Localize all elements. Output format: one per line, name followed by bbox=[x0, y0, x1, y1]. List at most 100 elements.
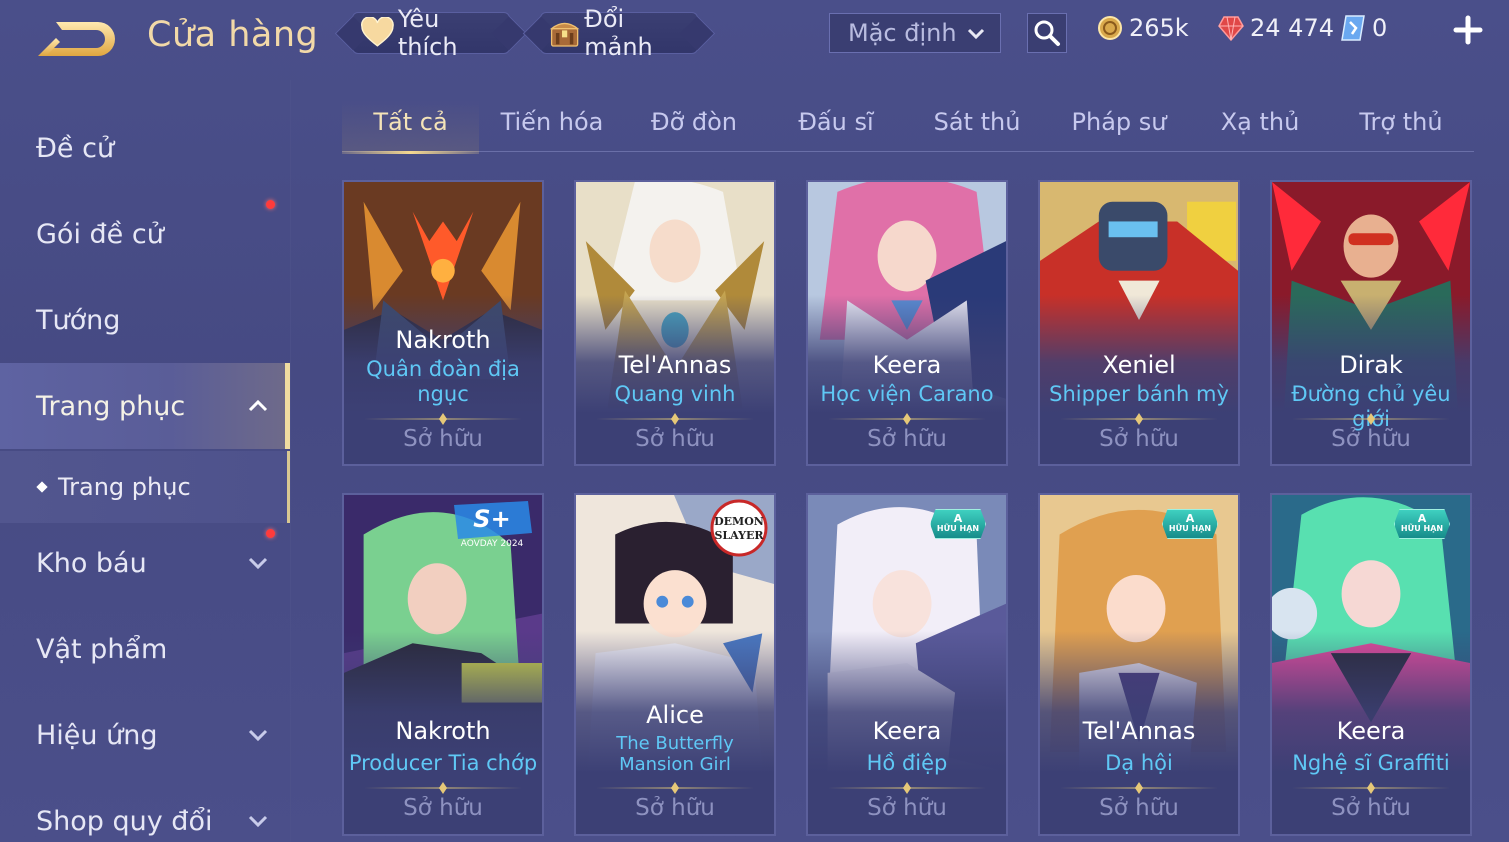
sidebar-item-treasure[interactable]: Kho báu bbox=[0, 520, 290, 606]
top-up-button[interactable] bbox=[1452, 14, 1484, 46]
card-divider bbox=[596, 413, 754, 425]
plus-icon bbox=[1453, 15, 1483, 45]
tab-support[interactable]: Trợ thủ bbox=[1333, 100, 1469, 152]
limited-badge: A HỮU HẠN bbox=[1162, 509, 1218, 539]
tab-fighter[interactable]: Đấu sĩ bbox=[768, 100, 904, 152]
skin-name: Hồ điệp bbox=[866, 751, 948, 775]
skin-card[interactable]: Tel'Annas Quang vinh Sở hữu bbox=[574, 180, 776, 466]
owned-status: Sở hữu bbox=[867, 795, 947, 821]
chevron-down-icon bbox=[248, 557, 268, 570]
ruby-amount: 24 474 bbox=[1250, 14, 1334, 42]
hero-name: Keera bbox=[1336, 717, 1406, 745]
skin-grid: Nakroth Quân đoàn địa ngục Sở hữu Tel'An… bbox=[342, 180, 1474, 842]
voucher-amount: 0 bbox=[1372, 14, 1388, 42]
card-divider bbox=[596, 782, 754, 794]
gold-balance: 265k bbox=[1097, 14, 1189, 42]
hero-name: Nakroth bbox=[395, 717, 491, 745]
sidebar-item-recommended-bundles[interactable]: Gói đề cử bbox=[0, 191, 290, 277]
sidebar: Đề cử Gói đề cử Tướng Trang phục Trang p… bbox=[0, 90, 290, 842]
event-logo-mark: S+ bbox=[473, 505, 510, 533]
chevron-up-icon bbox=[248, 399, 268, 412]
owned-status: Sở hữu bbox=[403, 795, 483, 821]
skin-name: Dạ hội bbox=[1105, 751, 1173, 775]
hero-name: Xeniel bbox=[1102, 351, 1176, 379]
limited-badge-letter: A bbox=[1417, 512, 1427, 525]
hero-name: Nakroth bbox=[395, 326, 491, 354]
skin-card[interactable]: Xeniel Shipper bánh mỳ Sở hữu bbox=[1038, 180, 1240, 466]
hero-name: Keera bbox=[872, 717, 942, 745]
tab-all[interactable]: Tất cả bbox=[342, 100, 479, 154]
owned-status: Sở hữu bbox=[635, 795, 715, 821]
skin-name: Producer Tia chớp bbox=[348, 751, 538, 775]
sidebar-item-label: Đề cử bbox=[36, 132, 115, 164]
tab-evolution[interactable]: Tiến hóa bbox=[484, 100, 620, 152]
tab-tank[interactable]: Đỡ đòn bbox=[626, 100, 762, 152]
hero-name: Dirak bbox=[1339, 351, 1403, 379]
card-divider bbox=[364, 413, 522, 425]
card-divider bbox=[364, 782, 522, 794]
skin-card[interactable]: DEMON SLAYER Alice The Butterfly Mansion… bbox=[574, 493, 776, 836]
skin-card[interactable]: Keera Học viện Carano Sở hữu bbox=[806, 180, 1008, 466]
owned-status: Sở hữu bbox=[867, 426, 947, 452]
page-title: Cửa hàng bbox=[147, 15, 319, 55]
gold-coin-icon bbox=[1098, 16, 1122, 40]
owned-status: Sở hữu bbox=[1331, 426, 1411, 452]
skin-card[interactable]: S+ AOVDAY 2024 Nakroth Producer Tia chớp… bbox=[342, 493, 544, 836]
notification-dot bbox=[266, 200, 275, 209]
favorites-button[interactable]: Yêu thích bbox=[352, 5, 510, 61]
skin-card[interactable]: Dirak Đường chủ yêu giới Sở hữu bbox=[1270, 180, 1472, 466]
sidebar-item-label: Hiệu ứng bbox=[36, 719, 158, 751]
limited-badge-letter: A bbox=[953, 512, 963, 525]
hero-name: Alice bbox=[646, 701, 704, 729]
collab-logo-top: DEMON bbox=[714, 515, 764, 528]
limited-badge-text: HỮU HẠN bbox=[1168, 524, 1212, 533]
sidebar-item-skins[interactable]: Trang phục bbox=[0, 363, 290, 449]
tab-mage[interactable]: Pháp sư bbox=[1051, 100, 1187, 152]
search-icon bbox=[1034, 20, 1060, 46]
hero-name: Tel'Annas bbox=[1082, 717, 1196, 745]
owned-status: Sở hữu bbox=[1099, 426, 1179, 452]
limited-badge: A HỮU HẠN bbox=[1394, 509, 1450, 539]
card-divider bbox=[828, 782, 986, 794]
skin-name: Quân đoàn địa ngục bbox=[366, 357, 520, 406]
sidebar-subitem-skins[interactable]: Trang phục bbox=[0, 451, 290, 523]
skin-card[interactable]: A HỮU HẠN Keera Nghệ sĩ Graffiti Sở hữu bbox=[1270, 493, 1472, 836]
chevron-down-icon bbox=[967, 28, 985, 40]
skin-name: The Butterfly Mansion Girl bbox=[616, 733, 734, 775]
treasure-chest-icon bbox=[549, 22, 580, 47]
owned-status: Sở hữu bbox=[1099, 795, 1179, 821]
sidebar-item-heroes[interactable]: Tướng bbox=[0, 277, 290, 363]
search-button[interactable] bbox=[1027, 13, 1067, 53]
skin-name: Nghệ sĩ Graffiti bbox=[1292, 751, 1450, 775]
voucher-balance: 0 bbox=[1340, 14, 1387, 42]
skin-card[interactable]: A HỮU HẠN Tel'Annas Dạ hội Sở hữu bbox=[1038, 493, 1240, 836]
tab-marksman[interactable]: Xạ thủ bbox=[1192, 100, 1328, 152]
sidebar-item-label: Shop quy đổi bbox=[36, 805, 213, 837]
category-tabs: Tất cả Tiến hóa Đỡ đòn Đấu sĩ Sát thủ Ph… bbox=[342, 100, 1474, 154]
collab-logo-bottom: SLAYER bbox=[714, 529, 764, 542]
limited-badge: A HỮU HẠN bbox=[930, 509, 986, 539]
sidebar-item-label: Vật phẩm bbox=[36, 633, 168, 665]
shard-exchange-button[interactable]: Đổi mảnh bbox=[540, 5, 698, 61]
sidebar-item-effects[interactable]: Hiệu ứng bbox=[0, 692, 290, 778]
sidebar-item-recommended[interactable]: Đề cử bbox=[0, 105, 290, 191]
sidebar-item-items[interactable]: Vật phẩm bbox=[0, 606, 290, 692]
skin-card[interactable]: Nakroth Quân đoàn địa ngục Sở hữu bbox=[342, 180, 544, 466]
gold-amount: 265k bbox=[1129, 14, 1189, 42]
collab-logo: DEMON SLAYER bbox=[710, 499, 768, 557]
card-divider bbox=[1292, 782, 1450, 794]
tab-assassin[interactable]: Sát thủ bbox=[909, 100, 1045, 152]
back-button[interactable] bbox=[36, 18, 116, 60]
heart-icon bbox=[361, 17, 394, 47]
chevron-down-icon bbox=[248, 729, 268, 742]
sort-dropdown[interactable]: Mặc định bbox=[829, 13, 1001, 53]
back-arrow-icon bbox=[38, 22, 115, 56]
sidebar-item-exchange-shop[interactable]: Shop quy đổi bbox=[0, 778, 290, 842]
sidebar-item-label: Kho báu bbox=[36, 547, 147, 579]
skin-name: Quang vinh bbox=[614, 382, 736, 406]
sidebar-item-label: Gói đề cử bbox=[36, 218, 164, 250]
ruby-balance: 24 474 bbox=[1218, 14, 1334, 42]
limited-badge-text: HỮU HẠN bbox=[1400, 524, 1444, 533]
skin-card[interactable]: A HỮU HẠN Keera Hồ điệp Sở hữu bbox=[806, 493, 1008, 836]
skin-name: Shipper bánh mỳ bbox=[1049, 382, 1229, 406]
